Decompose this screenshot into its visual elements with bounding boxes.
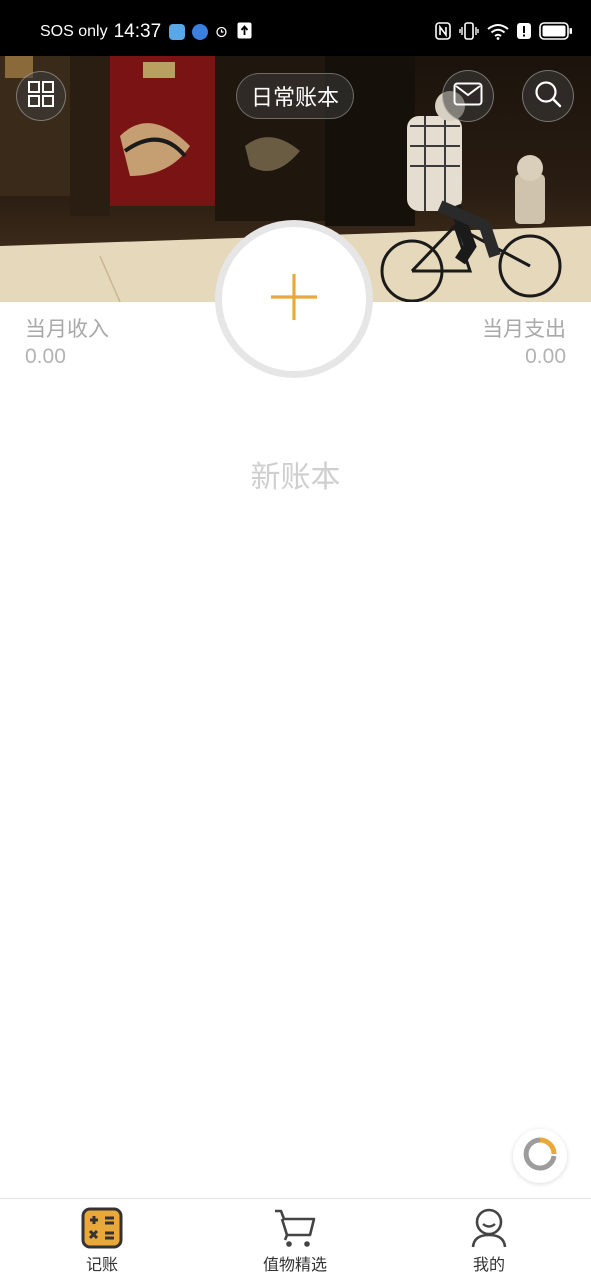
search-icon — [534, 80, 562, 112]
tab-label: 记账 — [85, 1255, 118, 1274]
tab-label: 值物精选 — [262, 1255, 327, 1274]
carrier-text: SOS only — [40, 23, 108, 40]
calculator-icon — [81, 1207, 123, 1253]
user-icon — [469, 1207, 509, 1253]
floating-action-button[interactable] — [513, 1129, 567, 1183]
vibrate-icon — [459, 22, 479, 44]
book-name-placeholder: 新账本 — [250, 460, 341, 495]
nfc-icon — [435, 22, 451, 44]
battery-icon — [539, 22, 573, 44]
bottom-tab-bar: 记账 值物精选 我的 — [0, 1198, 591, 1281]
grid-menu-button[interactable] — [16, 71, 66, 121]
mail-icon — [453, 82, 483, 110]
messages-button[interactable] — [442, 70, 494, 122]
alert-icon — [517, 22, 531, 44]
tab-label: 我的 — [472, 1255, 505, 1274]
loading-ring-icon — [523, 1137, 557, 1175]
tab-bookkeeping[interactable]: 记账 — [22, 1199, 182, 1281]
expense-label: 当月支出 — [482, 317, 566, 341]
status-time: 14:37 — [113, 21, 162, 42]
grid-icon — [28, 81, 54, 111]
income-value: 0.00 — [25, 345, 66, 368]
alarm-icon — [215, 23, 228, 42]
status-bar: SOS only 14:37 — [0, 0, 591, 56]
income-label: 当月收入 — [25, 317, 109, 341]
upload-icon — [237, 22, 252, 43]
cart-icon — [273, 1207, 317, 1253]
tab-profile[interactable]: 我的 — [409, 1199, 569, 1281]
wifi-icon — [487, 22, 509, 44]
shield-icon — [192, 24, 209, 40]
expense-value: 0.00 — [525, 345, 566, 368]
notification-app-icon — [169, 24, 186, 40]
add-record-button[interactable] — [215, 220, 373, 378]
book-selector-label: 日常账本 — [251, 86, 340, 111]
search-button[interactable] — [522, 70, 574, 122]
book-selector-button[interactable]: 日常账本 — [236, 73, 355, 119]
tab-featured[interactable]: 值物精选 — [215, 1199, 375, 1281]
plus-icon — [269, 272, 319, 326]
